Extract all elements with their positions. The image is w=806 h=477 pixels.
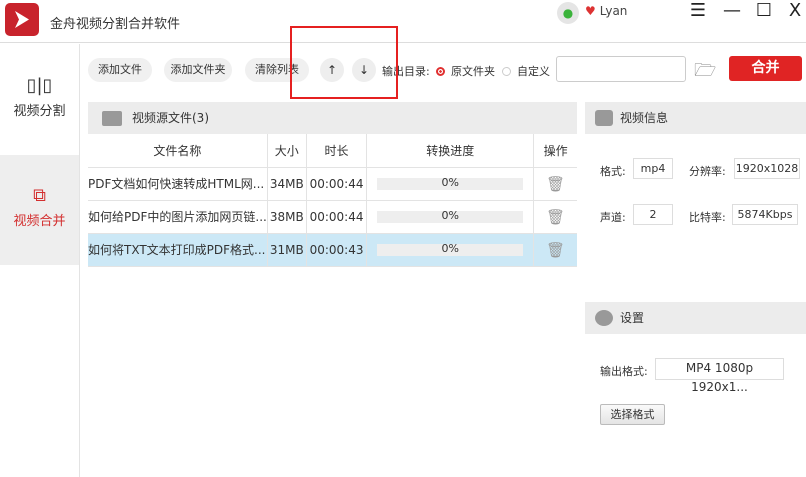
col-progress: 转换进度 xyxy=(366,134,535,168)
file-name: 如何将TXT文本打印成PDF格式... xyxy=(88,233,268,267)
file-name: PDF文档如何快速转成HTML网... xyxy=(88,167,268,201)
output-format-value: MP4 1080p 1920x1... xyxy=(655,358,784,394)
output-format-label: 输出格式: xyxy=(600,365,648,378)
play-icon xyxy=(595,110,613,126)
channels-label: 声道: xyxy=(600,211,626,224)
bitrate-label: 比特率: xyxy=(689,211,726,224)
sidebar-item-merge[interactable]: ⧉ 视频合并 xyxy=(0,155,79,265)
resolution-value: 1920x1028 xyxy=(734,158,800,179)
table-row[interactable]: 如何将TXT文本打印成PDF格式... 31MB 00:00:43 0% 🗑 xyxy=(88,233,577,267)
table-row[interactable]: 如何给PDF中的图片添加网页链... 38MB 00:00:44 0% 🗑 xyxy=(88,200,577,234)
merge-button[interactable]: 合并 xyxy=(729,56,802,81)
table-header: 文件名称 大小 时长 转换进度 操作 xyxy=(88,134,577,168)
add-folder-button[interactable]: 添加文件夹 xyxy=(164,58,232,82)
col-duration: 时长 xyxy=(306,134,368,168)
add-file-button[interactable]: 添加文件 xyxy=(88,58,152,82)
file-duration: 00:00:43 xyxy=(306,233,368,267)
resolution-label: 分辨率: xyxy=(689,165,726,178)
format-value: mp4 xyxy=(633,158,673,179)
vip-heart-icon: ♥ xyxy=(585,4,596,18)
select-format-button[interactable]: 选择格式 xyxy=(600,404,665,425)
video-info-title: 视频信息 xyxy=(620,111,669,125)
close-button[interactable]: X xyxy=(783,0,806,21)
maximize-button[interactable]: ☐ xyxy=(752,0,776,21)
col-action: 操作 xyxy=(533,134,577,168)
radio-source-folder[interactable]: 原文件夹 xyxy=(436,63,495,79)
delete-icon[interactable]: 🗑 xyxy=(546,208,565,226)
sidebar-item-split[interactable]: ▯|▯ 视频分割 xyxy=(0,45,79,155)
file-duration: 00:00:44 xyxy=(306,200,368,234)
file-size: 38MB xyxy=(267,200,307,234)
settings-title: 设置 xyxy=(620,311,645,325)
delete-icon[interactable]: 🗑 xyxy=(546,175,565,193)
radio-custom[interactable]: 自定义 xyxy=(502,63,550,79)
format-label: 格式: xyxy=(600,165,626,178)
bitrate-value: 5874Kbps xyxy=(732,204,798,225)
progress-bar: 0% xyxy=(377,243,524,256)
col-size: 大小 xyxy=(267,134,307,168)
video-clapper-icon xyxy=(102,111,122,126)
file-size: 31MB xyxy=(267,233,307,267)
sidebar-item-label: 视频分割 xyxy=(13,104,66,119)
source-files-title: 视频源文件(3) xyxy=(132,111,209,125)
minimize-button[interactable]: — xyxy=(720,0,744,21)
merge-icon: ⧉ xyxy=(33,185,46,206)
wechat-icon[interactable]: ● xyxy=(557,2,579,24)
progress-bar: 0% xyxy=(377,177,524,190)
sidebar-item-label: 视频合并 xyxy=(13,214,66,229)
user-account[interactable]: ♥ Lyan xyxy=(585,4,627,18)
file-duration: 00:00:44 xyxy=(306,167,368,201)
file-size: 34MB xyxy=(267,167,307,201)
folder-open-icon[interactable]: 🗁 xyxy=(694,58,716,88)
split-icon: ▯|▯ xyxy=(26,75,53,96)
video-info-header: 视频信息 xyxy=(585,102,806,134)
channels-value: 2 xyxy=(633,204,673,225)
menu-button[interactable]: ☰ xyxy=(686,0,710,21)
progress-bar: 0% xyxy=(377,210,524,223)
gear-icon xyxy=(595,310,613,326)
username: Lyan xyxy=(599,4,628,18)
radio-label: 原文件夹 xyxy=(451,65,495,78)
file-name: 如何给PDF中的图片添加网页链... xyxy=(88,200,268,234)
delete-icon[interactable]: 🗑 xyxy=(546,241,565,259)
settings-header: 设置 xyxy=(585,302,806,334)
table-row[interactable]: PDF文档如何快速转成HTML网... 34MB 00:00:44 0% 🗑 xyxy=(88,167,577,201)
radio-label: 自定义 xyxy=(517,65,550,78)
file-table: 文件名称 大小 时长 转换进度 操作 PDF文档如何快速转成HTML网... 3… xyxy=(88,134,577,267)
col-name: 文件名称 xyxy=(88,134,268,168)
app-title: 金舟视频分割合并软件 xyxy=(50,17,181,32)
source-files-header: 视频源文件(3) xyxy=(88,102,577,134)
app-logo xyxy=(5,3,39,36)
output-path-input[interactable] xyxy=(556,56,686,82)
highlight-annotation-box xyxy=(290,26,398,99)
